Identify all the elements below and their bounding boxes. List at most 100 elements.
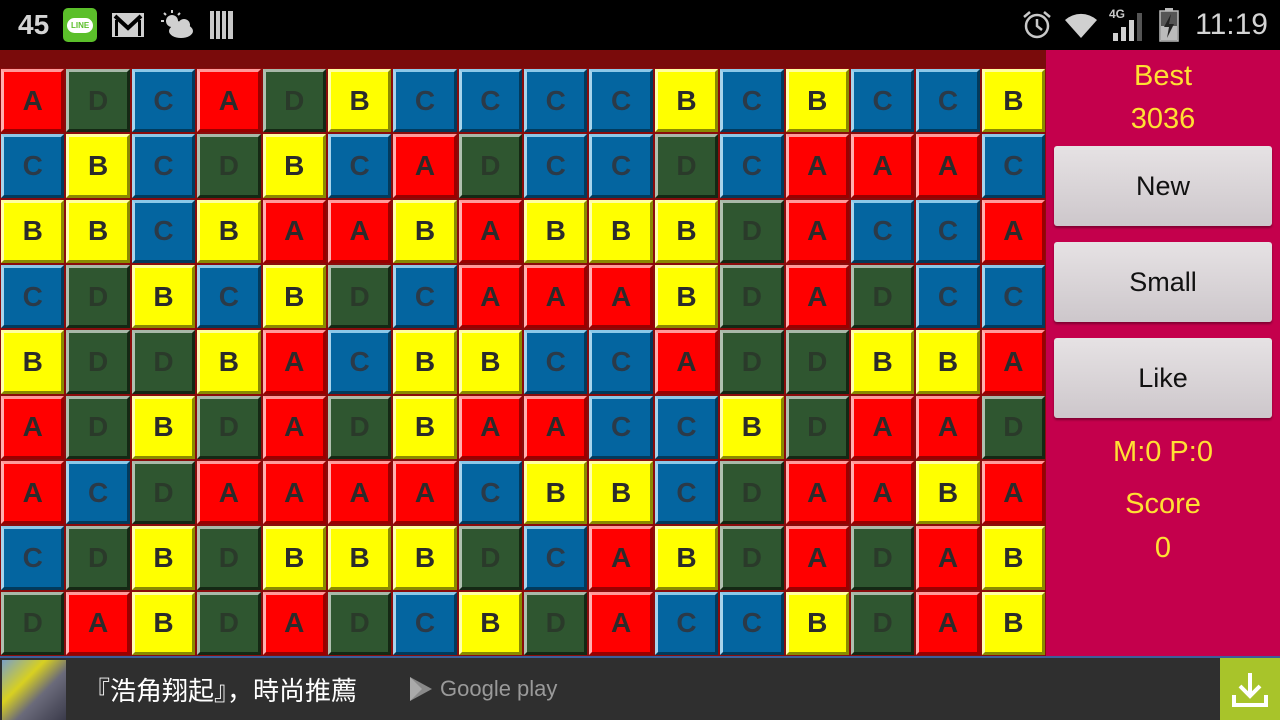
tile-1-14[interactable]: A <box>916 134 980 198</box>
game-board[interactable]: A D C A D B C C C C B C B C C B C B C D B C A D C C D C A A A C B B C B A A B A… <box>0 68 1046 656</box>
tile-5-9[interactable]: C <box>589 395 653 459</box>
tile-7-5[interactable]: B <box>327 526 392 590</box>
tile-6-2[interactable]: D <box>131 461 196 525</box>
tile-5-0[interactable]: A <box>1 395 65 459</box>
tile-3-0[interactable]: C <box>1 265 65 329</box>
tile-1-11[interactable]: C <box>720 134 784 198</box>
tile-1-13[interactable]: A <box>850 134 915 198</box>
tile-8-2[interactable]: B <box>131 591 196 655</box>
tile-0-5[interactable]: B <box>327 69 392 133</box>
tile-6-14[interactable]: B <box>916 461 980 525</box>
tile-3-11[interactable]: D <box>720 265 784 329</box>
tile-2-6[interactable]: B <box>393 199 457 263</box>
tile-1-12[interactable]: A <box>785 134 849 198</box>
tile-1-9[interactable]: C <box>589 134 653 198</box>
tile-3-1[interactable]: D <box>66 265 130 329</box>
tile-5-1[interactable]: D <box>66 395 130 459</box>
tile-2-2[interactable]: C <box>131 199 196 263</box>
tile-2-1[interactable]: B <box>66 199 130 263</box>
tile-8-6[interactable]: C <box>393 591 457 655</box>
tile-6-10[interactable]: C <box>654 461 719 525</box>
tile-7-4[interactable]: B <box>262 526 326 590</box>
tile-2-12[interactable]: A <box>785 199 849 263</box>
tile-2-10[interactable]: B <box>654 199 719 263</box>
tile-3-4[interactable]: B <box>262 265 326 329</box>
tile-5-15[interactable]: D <box>981 395 1045 459</box>
tile-2-11[interactable]: D <box>720 199 784 263</box>
tile-5-13[interactable]: A <box>850 395 915 459</box>
tile-4-3[interactable]: B <box>197 330 261 394</box>
tile-3-13[interactable]: D <box>850 265 915 329</box>
tile-6-0[interactable]: A <box>1 461 65 525</box>
tile-4-2[interactable]: D <box>131 330 196 394</box>
tile-3-6[interactable]: C <box>393 265 457 329</box>
tile-0-3[interactable]: A <box>197 69 261 133</box>
tile-3-14[interactable]: C <box>916 265 980 329</box>
tile-5-3[interactable]: D <box>197 395 261 459</box>
tile-7-1[interactable]: D <box>66 526 130 590</box>
tile-4-6[interactable]: B <box>393 330 457 394</box>
download-button[interactable] <box>1220 658 1280 720</box>
tile-2-7[interactable]: A <box>458 199 522 263</box>
tile-4-5[interactable]: C <box>327 330 392 394</box>
tile-5-11[interactable]: B <box>720 395 784 459</box>
tile-7-13[interactable]: D <box>850 526 915 590</box>
tile-5-14[interactable]: A <box>916 395 980 459</box>
tile-4-4[interactable]: A <box>262 330 326 394</box>
tile-7-15[interactable]: B <box>981 526 1045 590</box>
ad-text[interactable]: 『浩角翔起』，時尚推薦 <box>84 658 357 720</box>
small-button[interactable]: Small <box>1054 242 1272 322</box>
tile-3-3[interactable]: C <box>197 265 261 329</box>
tile-1-15[interactable]: C <box>981 134 1045 198</box>
tile-8-5[interactable]: D <box>327 591 392 655</box>
tile-7-6[interactable]: B <box>393 526 457 590</box>
tile-0-10[interactable]: B <box>654 69 719 133</box>
tile-8-3[interactable]: D <box>197 591 261 655</box>
tile-1-2[interactable]: C <box>131 134 196 198</box>
tile-2-0[interactable]: B <box>1 199 65 263</box>
tile-4-8[interactable]: C <box>524 330 588 394</box>
tile-4-11[interactable]: D <box>720 330 784 394</box>
tile-2-14[interactable]: C <box>916 199 980 263</box>
tile-0-2[interactable]: C <box>131 69 196 133</box>
tile-3-10[interactable]: B <box>654 265 719 329</box>
ad-banner[interactable]: 『浩角翔起』，時尚推薦 Google play <box>0 656 1280 720</box>
tile-1-5[interactable]: C <box>327 134 392 198</box>
tile-0-11[interactable]: C <box>720 69 784 133</box>
tile-7-7[interactable]: D <box>458 526 522 590</box>
tile-5-10[interactable]: C <box>654 395 719 459</box>
tile-7-0[interactable]: C <box>1 526 65 590</box>
tile-3-15[interactable]: C <box>981 265 1045 329</box>
tile-2-5[interactable]: A <box>327 199 392 263</box>
tile-8-0[interactable]: D <box>1 591 65 655</box>
tile-1-6[interactable]: A <box>393 134 457 198</box>
tile-7-9[interactable]: A <box>589 526 653 590</box>
tile-8-10[interactable]: C <box>654 591 719 655</box>
tile-4-12[interactable]: D <box>785 330 849 394</box>
tile-3-5[interactable]: D <box>327 265 392 329</box>
tile-6-1[interactable]: C <box>66 461 130 525</box>
tile-5-12[interactable]: D <box>785 395 849 459</box>
tile-7-14[interactable]: A <box>916 526 980 590</box>
tile-6-11[interactable]: D <box>720 461 784 525</box>
tile-7-10[interactable]: B <box>654 526 719 590</box>
tile-1-1[interactable]: B <box>66 134 130 198</box>
tile-5-7[interactable]: A <box>458 395 522 459</box>
tile-1-10[interactable]: D <box>654 134 719 198</box>
tile-0-0[interactable]: A <box>1 69 65 133</box>
tile-2-3[interactable]: B <box>197 199 261 263</box>
tile-5-6[interactable]: B <box>393 395 457 459</box>
tile-4-0[interactable]: B <box>1 330 65 394</box>
tile-7-2[interactable]: B <box>131 526 196 590</box>
tile-5-4[interactable]: A <box>262 395 326 459</box>
tile-5-8[interactable]: A <box>524 395 588 459</box>
tile-6-13[interactable]: A <box>850 461 915 525</box>
tile-2-8[interactable]: B <box>524 199 588 263</box>
tile-3-12[interactable]: A <box>785 265 849 329</box>
tile-7-8[interactable]: C <box>524 526 588 590</box>
tile-4-10[interactable]: A <box>654 330 719 394</box>
tile-0-7[interactable]: C <box>458 69 522 133</box>
tile-0-15[interactable]: B <box>981 69 1045 133</box>
tile-0-1[interactable]: D <box>66 69 130 133</box>
tile-4-15[interactable]: A <box>981 330 1045 394</box>
